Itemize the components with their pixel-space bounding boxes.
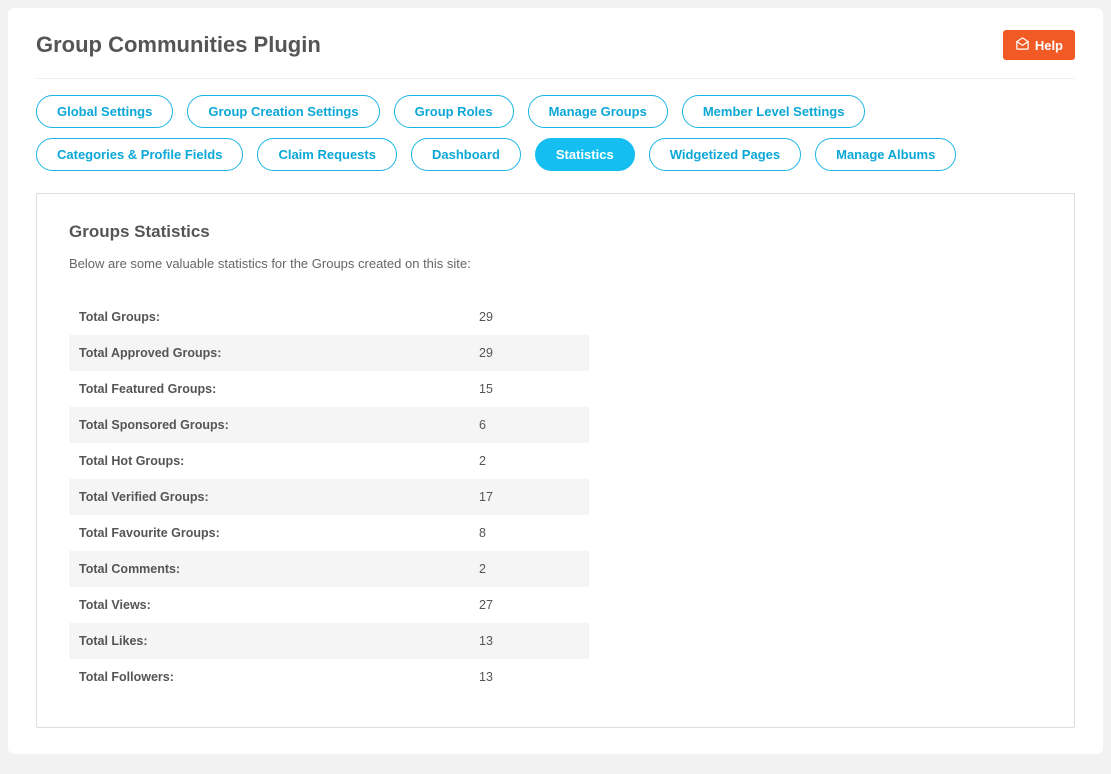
table-row: Total Approved Groups:29: [69, 335, 589, 371]
stat-value: 6: [469, 407, 589, 443]
help-button[interactable]: Help: [1003, 30, 1075, 60]
table-row: Total Groups:29: [69, 299, 589, 335]
stat-label: Total Views:: [69, 587, 469, 623]
tab-categories-profile-fields[interactable]: Categories & Profile Fields: [36, 138, 243, 171]
stat-value: 8: [469, 515, 589, 551]
stat-value: 13: [469, 659, 589, 695]
page-title: Group Communities Plugin: [36, 32, 321, 58]
stat-label: Total Featured Groups:: [69, 371, 469, 407]
tab-group-roles[interactable]: Group Roles: [394, 95, 514, 128]
stat-label: Total Groups:: [69, 299, 469, 335]
envelope-open-icon: [1015, 36, 1030, 54]
section-title: Groups Statistics: [69, 222, 1042, 242]
table-row: Total Sponsored Groups:6: [69, 407, 589, 443]
table-row: Total Featured Groups:15: [69, 371, 589, 407]
tab-manage-albums[interactable]: Manage Albums: [815, 138, 956, 171]
content-box: Groups Statistics Below are some valuabl…: [36, 193, 1075, 728]
stat-value: 13: [469, 623, 589, 659]
stat-value: 29: [469, 299, 589, 335]
tab-group-creation-settings[interactable]: Group Creation Settings: [187, 95, 379, 128]
table-row: Total Favourite Groups:8: [69, 515, 589, 551]
tab-claim-requests[interactable]: Claim Requests: [257, 138, 397, 171]
stat-label: Total Approved Groups:: [69, 335, 469, 371]
stat-label: Total Hot Groups:: [69, 443, 469, 479]
stat-value: 2: [469, 443, 589, 479]
header-row: Group Communities Plugin Help: [36, 30, 1075, 79]
table-row: Total Followers:13: [69, 659, 589, 695]
stat-label: Total Followers:: [69, 659, 469, 695]
tab-dashboard[interactable]: Dashboard: [411, 138, 521, 171]
stat-value: 27: [469, 587, 589, 623]
tab-member-level-settings[interactable]: Member Level Settings: [682, 95, 866, 128]
stats-table: Total Groups:29Total Approved Groups:29T…: [69, 299, 589, 695]
tab-statistics[interactable]: Statistics: [535, 138, 635, 171]
stat-label: Total Verified Groups:: [69, 479, 469, 515]
tab-widgetized-pages[interactable]: Widgetized Pages: [649, 138, 801, 171]
stat-label: Total Likes:: [69, 623, 469, 659]
table-row: Total Hot Groups:2: [69, 443, 589, 479]
help-label: Help: [1035, 38, 1063, 53]
stat-value: 17: [469, 479, 589, 515]
stat-label: Total Sponsored Groups:: [69, 407, 469, 443]
section-desc: Below are some valuable statistics for t…: [69, 256, 1042, 271]
admin-panel: Group Communities Plugin Help Global Set…: [8, 8, 1103, 754]
tabs-nav: Global Settings Group Creation Settings Gr…: [36, 95, 1075, 171]
stat-value: 15: [469, 371, 589, 407]
stat-label: Total Comments:: [69, 551, 469, 587]
stat-label: Total Favourite Groups:: [69, 515, 469, 551]
stat-value: 2: [469, 551, 589, 587]
table-row: Total Comments:2: [69, 551, 589, 587]
table-row: Total Verified Groups:17: [69, 479, 589, 515]
tab-global-settings[interactable]: Global Settings: [36, 95, 173, 128]
table-row: Total Likes:13: [69, 623, 589, 659]
stat-value: 29: [469, 335, 589, 371]
table-row: Total Views:27: [69, 587, 589, 623]
tab-manage-groups[interactable]: Manage Groups: [528, 95, 668, 128]
